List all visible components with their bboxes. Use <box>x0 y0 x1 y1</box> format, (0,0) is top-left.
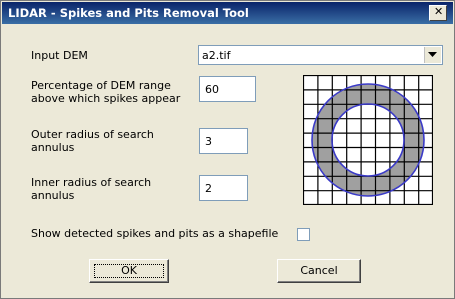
window-title: LIDAR - Spikes and Pits Removal Tool <box>8 6 249 20</box>
percentage-label-line1: Percentage of DEM range <box>31 79 171 92</box>
outer-radius-input[interactable]: 3 <box>199 128 248 154</box>
chevron-down-icon <box>428 52 437 57</box>
input-dem-value: a2.tif <box>202 49 231 62</box>
inner-radius-value: 2 <box>205 182 212 195</box>
close-icon: ✕ <box>434 5 444 18</box>
inner-radius-label-line1: Inner radius of search <box>31 176 152 189</box>
cancel-button[interactable]: Cancel <box>277 259 361 283</box>
shapefile-checkbox[interactable] <box>297 228 310 241</box>
dialog-window: LIDAR - Spikes and Pits Removal Tool ✕ I… <box>0 0 455 299</box>
cancel-button-label: Cancel <box>300 264 338 277</box>
title-bar[interactable]: LIDAR - Spikes and Pits Removal Tool ✕ <box>2 2 453 24</box>
percentage-label: Percentage of DEM range above which spik… <box>31 79 180 105</box>
ok-button[interactable]: OK <box>89 259 169 283</box>
percentage-input[interactable]: 60 <box>199 76 256 102</box>
annulus-grid-diagram <box>303 75 433 205</box>
inner-radius-label: Inner radius of search annulus <box>31 176 151 202</box>
input-dem-dropdown[interactable]: a2.tif <box>198 45 443 65</box>
outer-radius-value: 3 <box>205 135 212 148</box>
inner-radius-input[interactable]: 2 <box>199 175 248 201</box>
outer-radius-label-line2: annulus <box>31 141 75 154</box>
outer-radius-label: Outer radius of search annulus <box>31 128 154 154</box>
percentage-value: 60 <box>205 83 219 96</box>
input-dem-label: Input DEM <box>31 49 88 62</box>
close-button[interactable]: ✕ <box>429 5 447 21</box>
dropdown-button[interactable] <box>424 47 441 63</box>
outer-radius-label-line1: Outer radius of search <box>31 128 154 141</box>
percentage-label-line2: above which spikes appear <box>31 92 181 105</box>
inner-radius-label-line2: annulus <box>31 189 75 202</box>
focus-rectangle <box>94 264 164 278</box>
shapefile-label: Show detected spikes and pits as a shape… <box>31 227 279 240</box>
